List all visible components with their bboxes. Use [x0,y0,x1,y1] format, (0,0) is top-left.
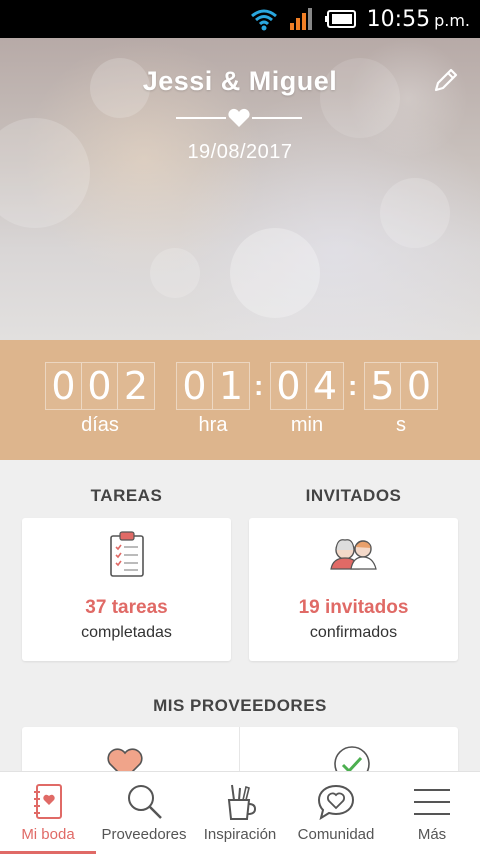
digit: 0 [82,363,118,409]
nav-item-inspiracion[interactable]: Inspiración [192,772,288,854]
countdown-panel: 0 0 2 0 1 : 0 4 : 5 0 días hra min s [0,340,480,460]
days-label: días [81,414,119,436]
days-counter: 0 0 2 [45,362,155,410]
seconds-label: s [396,414,406,436]
nav-item-proveedores[interactable]: Proveedores [96,772,192,854]
search-icon [128,785,162,819]
nav-label: Proveedores [101,826,187,843]
hours-label: hra [198,414,228,436]
digit: 0 [271,363,307,409]
colon-separator: : [348,370,358,401]
pencil-cup-icon [227,784,257,820]
tasks-caption: completadas [81,624,172,641]
bottom-navigation: Mi boda Proveedores Inspiración Comunida… [0,771,480,854]
wifi-icon [250,9,277,31]
tasks-card[interactable]: 37 tareas completadas [22,518,231,661]
heart-divider-icon [176,108,302,127]
digit: 0 [177,363,213,409]
nav-item-comunidad[interactable]: Comunidad [288,772,384,854]
nav-label: Más [417,826,447,843]
nav-item-mas[interactable]: Más [384,772,480,854]
digit: 0 [401,363,437,409]
wedding-date: 19/08/2017 [187,141,293,163]
digit: 4 [307,363,343,409]
chat-heart-icon [317,784,355,821]
digit: 1 [213,363,249,409]
edit-pencil-icon[interactable] [432,66,460,94]
guests-count: 19 invitados [298,597,409,618]
digit: 5 [365,363,401,409]
status-time: 10:55 p.m. [366,6,470,32]
clipboard-checklist-icon [110,531,144,577]
hero-banner: Jessi & Miguel 19/08/2017 [0,38,480,340]
guests-couple-icon [330,539,377,570]
nav-item-mi-boda[interactable]: Mi boda [0,772,96,854]
digit: 2 [118,363,154,409]
vendors-heading: MIS PROVEEDORES [153,696,327,715]
digit: 0 [46,363,82,409]
colon-separator: : [254,370,264,401]
couple-names: Jessi & Miguel [142,66,338,96]
guests-heading: INVITADOS [305,486,402,505]
notebook-icon [34,784,62,819]
guests-caption: confirmados [309,624,398,641]
guests-card[interactable]: 19 invitados confirmados [249,518,458,661]
battery-icon [324,10,356,28]
minutes-label: min [290,414,324,436]
status-bar: 10:55 p.m. [0,0,480,38]
minutes-counter: 0 4 [270,362,344,410]
signal-icon [289,8,312,30]
seconds-counter: 5 0 [364,362,438,410]
nav-label: Inspiración [203,826,277,843]
tasks-heading: TAREAS [90,486,163,505]
nav-label: Comunidad [297,826,375,843]
nav-label: Mi boda [21,826,75,843]
tasks-count: 37 tareas [85,597,168,618]
hours-counter: 0 1 [176,362,250,410]
menu-icon [414,789,450,815]
